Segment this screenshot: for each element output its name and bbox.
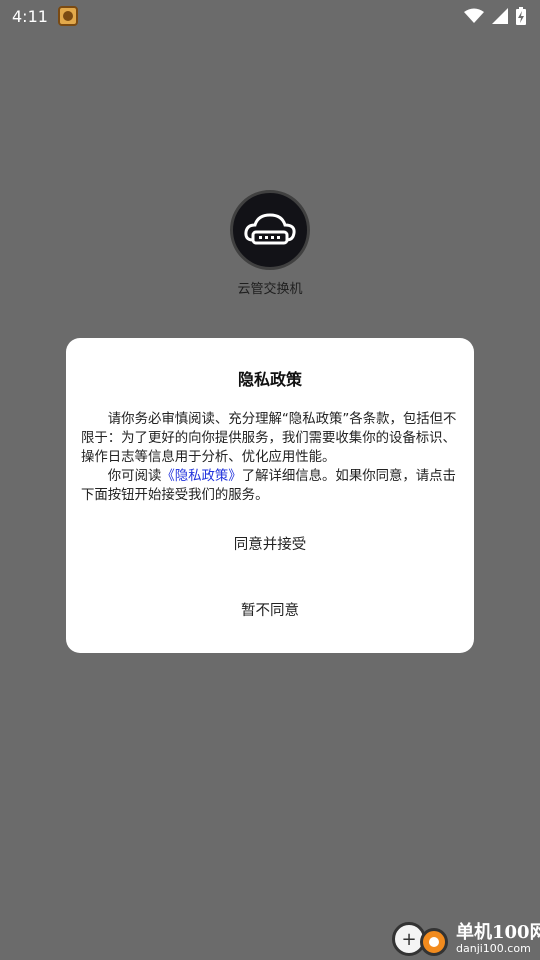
watermark-url: danji100.com [456,942,531,955]
policy-paragraph-2-prefix: 你可阅读 [107,469,162,484]
disagree-button[interactable]: 暂不同意 [66,587,474,631]
status-time: 4:11 [12,6,48,26]
battery-charging-icon [516,7,526,25]
app-name: 云管交换机 [237,282,303,297]
cloud-switch-icon [244,213,296,245]
dialog-body: 请你务必审慎阅读、充分理解“隐私政策”各条款，包括但不限于：为了更好的向你提供服… [81,410,459,505]
policy-paragraph-2: 你可阅读《隐私政策》了解详细信息。如果你同意，请点击下面按钮开始接受我们的服务。 [81,467,459,505]
watermark: + 单机100网 danji100.com [390,914,540,960]
signal-icon [492,8,508,24]
app-logo [230,190,310,270]
watermark-name: 单机100网 [456,922,540,943]
status-bar: 4:11 [0,0,540,32]
policy-paragraph-1: 请你务必审慎阅读、充分理解“隐私政策”各条款，包括但不限于：为了更好的向你提供服… [81,412,457,465]
screen: 4:11 云管交换机 隐私政策 请你务必审慎阅读、充分理解“隐私政策”各条款，包… [0,0,540,960]
dialog-title: 隐私政策 [237,370,302,389]
app-notification-icon [57,6,78,26]
watermark-orange-icon [420,928,448,956]
status-left: 4:11 [12,6,78,26]
agree-button[interactable]: 同意并接受 [66,521,474,565]
status-right [464,7,526,25]
privacy-policy-link[interactable]: 《隐私政策》 [161,469,241,484]
privacy-dialog: 隐私政策 请你务必审慎阅读、充分理解“隐私政策”各条款，包括但不限于：为了更好的… [66,338,474,653]
wifi-icon [464,8,484,23]
